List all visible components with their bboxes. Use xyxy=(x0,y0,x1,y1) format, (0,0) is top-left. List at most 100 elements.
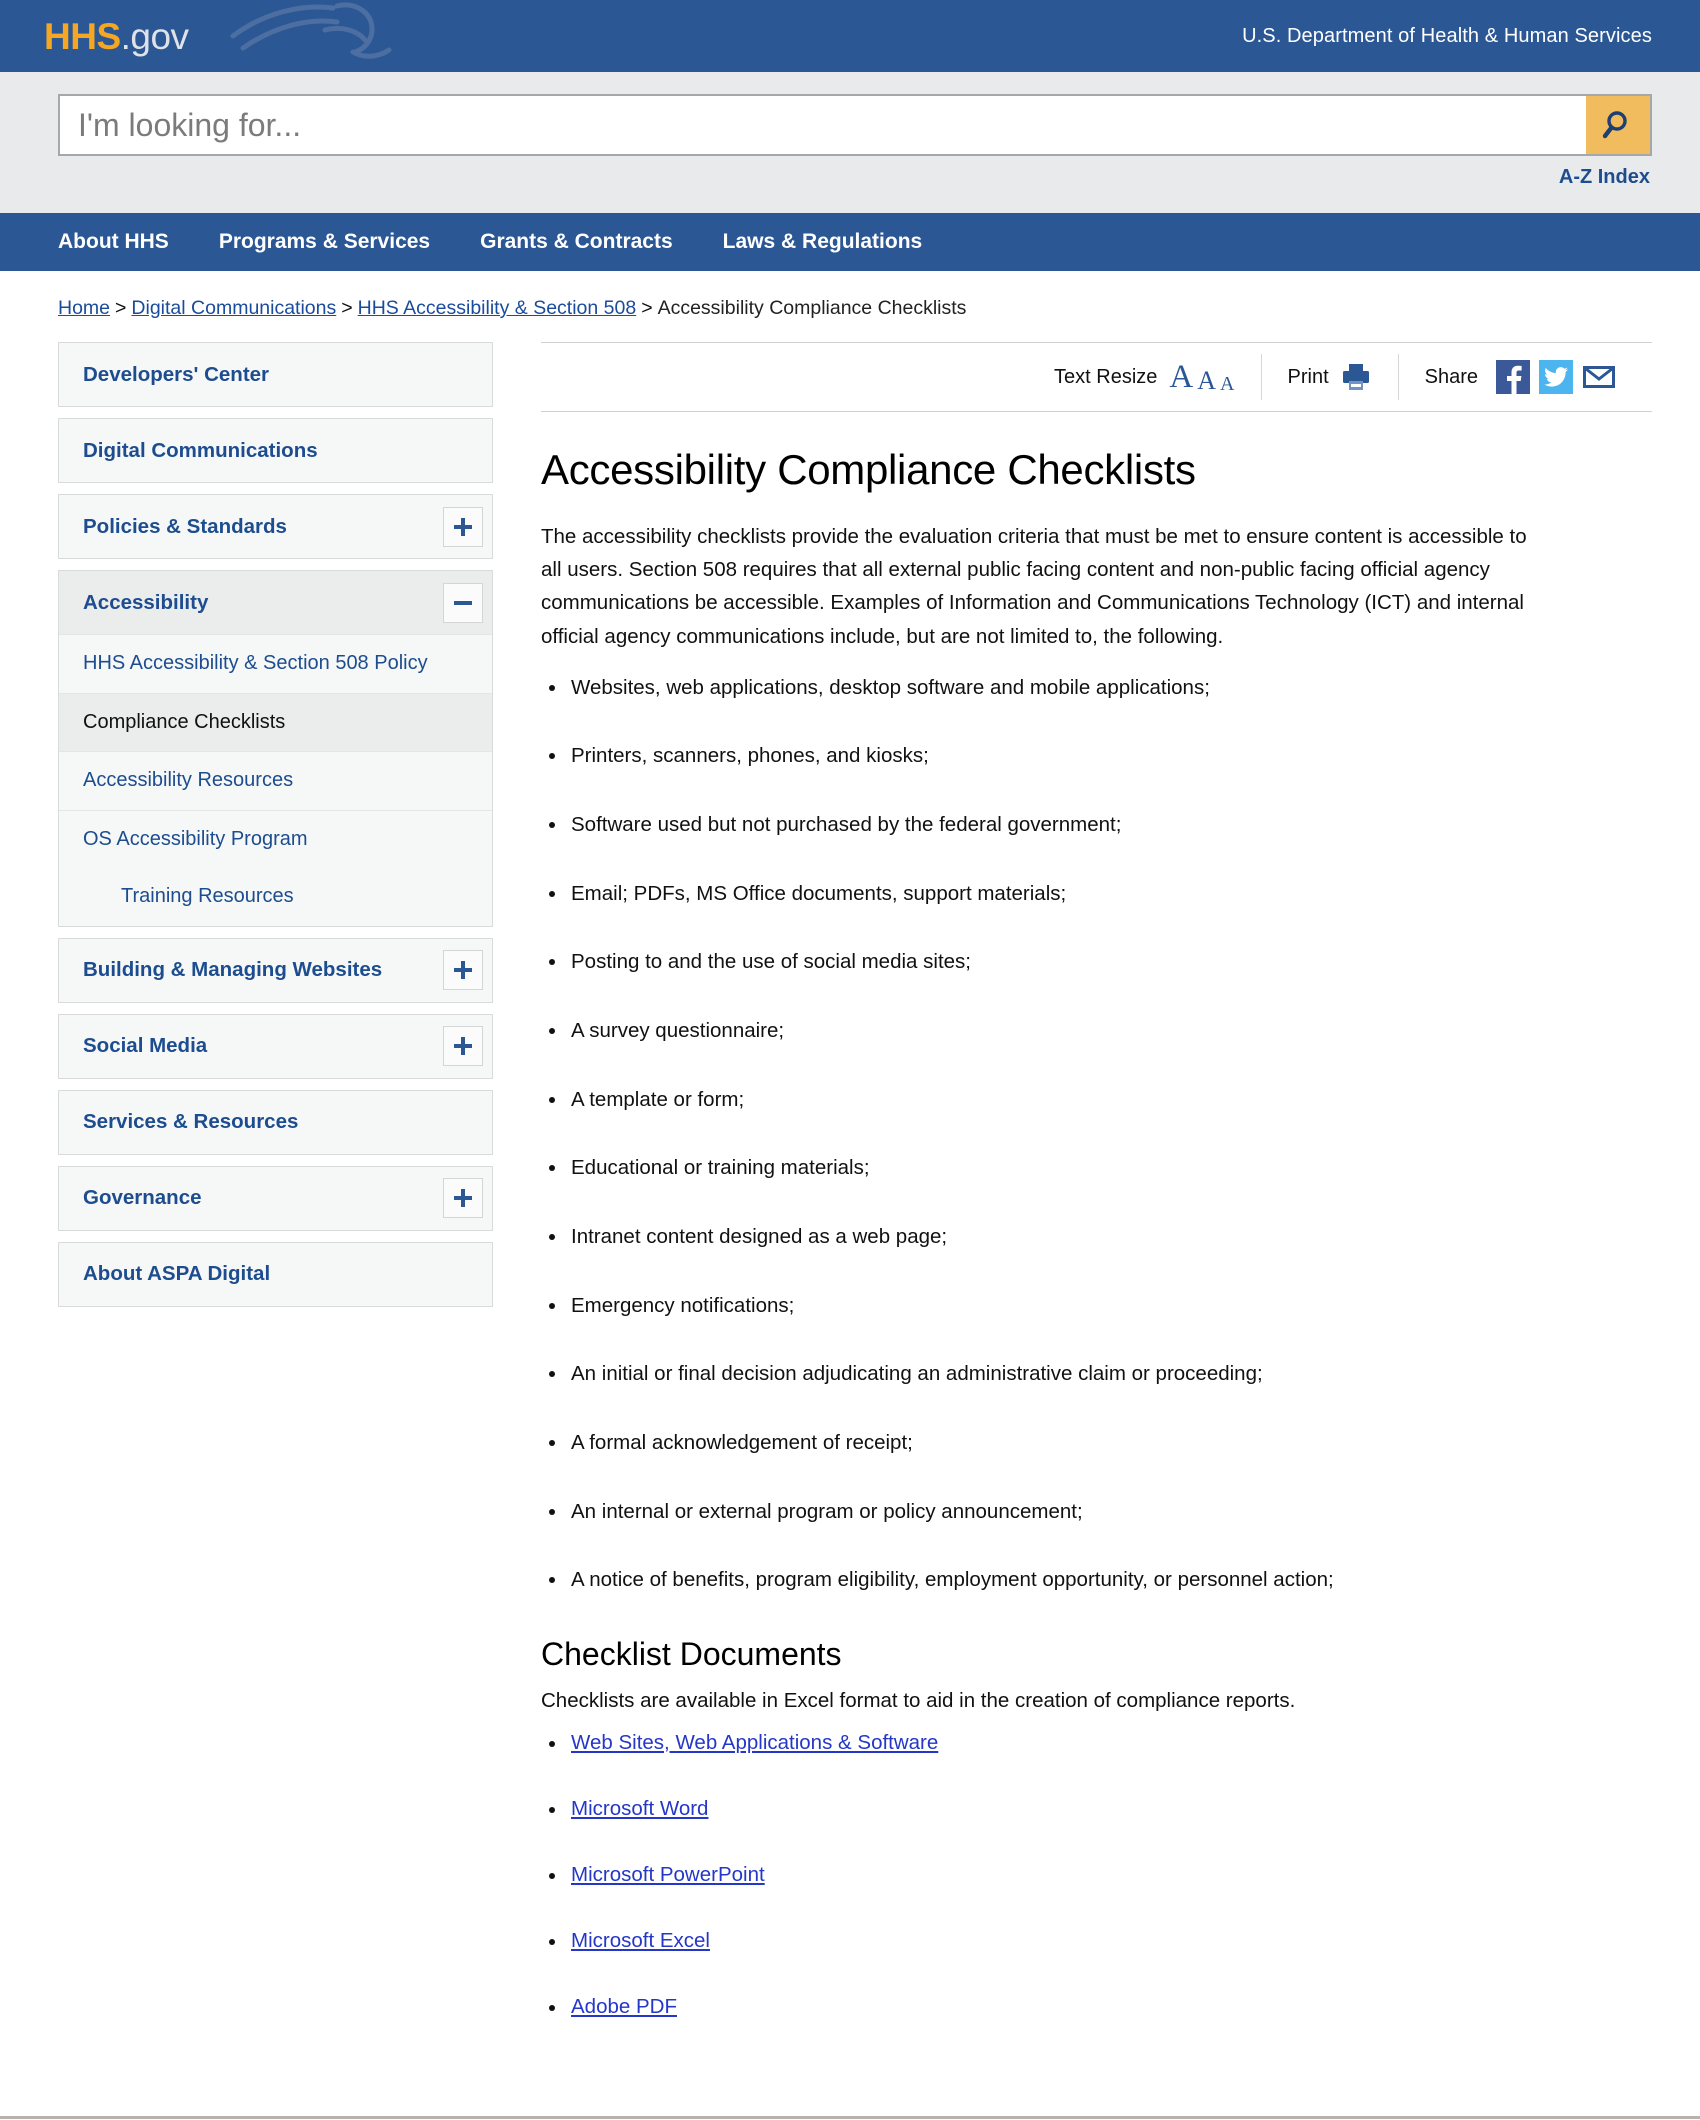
expand-plus-icon[interactable] xyxy=(443,1026,483,1067)
text-resize-small-button[interactable]: A xyxy=(1220,374,1234,394)
logo-gov-text: .gov xyxy=(120,15,189,57)
sidebar-label: Policies & Standards xyxy=(83,514,287,538)
sidebar-item-social-media[interactable]: Social Media xyxy=(58,1013,493,1079)
printer-icon[interactable] xyxy=(1340,362,1372,392)
doc-link-adobe-pdf[interactable]: Adobe PDF xyxy=(571,1995,677,2018)
doc-link-microsoft-excel[interactable]: Microsoft Excel xyxy=(571,1929,710,1952)
nav-item-about-hhs[interactable]: About HHS xyxy=(58,230,169,254)
search-button[interactable] xyxy=(1586,96,1650,154)
list-item: A survey questionnaire; xyxy=(541,1018,1652,1045)
expand-plus-icon[interactable] xyxy=(443,506,483,547)
az-index-row: A-Z Index xyxy=(58,156,1652,201)
checklist-documents-heading: Checklist Documents xyxy=(541,1635,842,1672)
sidebar-item-governance[interactable]: Governance xyxy=(58,1165,493,1231)
sidebar-label: Social Media xyxy=(83,1034,208,1058)
search-magnifier-icon xyxy=(1602,111,1627,139)
share-icons xyxy=(1496,360,1616,394)
checklist-documents-lead: Checklists are available in Excel format… xyxy=(541,1688,1296,1712)
text-resize-controls: A A A xyxy=(1169,360,1234,394)
sidebar-item-about-aspa-digital[interactable]: About ASPA Digital xyxy=(58,1241,493,1307)
breadcrumb-item-hhs-accessibility-section-508[interactable]: HHS Accessibility & Section 508 xyxy=(358,297,637,319)
sidebar-label: Governance xyxy=(83,1186,202,1210)
print-group[interactable]: Print xyxy=(1260,354,1398,400)
search-input[interactable] xyxy=(60,96,1586,154)
nav-item-laws-regulations[interactable]: Laws & Regulations xyxy=(723,230,923,254)
breadcrumb-item-current: Accessibility Compliance Checklists xyxy=(657,297,967,319)
list-item: An initial or final decision adjudicatin… xyxy=(541,1361,1652,1388)
list-item: Microsoft PowerPoint xyxy=(541,1863,1652,1887)
list-item: An internal or external program or polic… xyxy=(541,1499,1652,1526)
hhs-bird-watermark-icon xyxy=(230,2,392,59)
facebook-icon[interactable] xyxy=(1496,360,1530,394)
list-item: Printers, scanners, phones, and kiosks; xyxy=(541,743,1652,770)
sidebar-item-digital-communications[interactable]: Digital Communications xyxy=(58,418,493,483)
list-item: Emergency notifications; xyxy=(541,1293,1652,1320)
sidebar-subitem-hhs-accessibility-policy[interactable]: HHS Accessibility & Section 508 Policy xyxy=(59,635,492,694)
breadcrumb-item-home[interactable]: Home xyxy=(58,297,110,319)
text-resize-large-button[interactable]: A xyxy=(1169,360,1193,394)
main-navigation: About HHS Programs & Services Grants & C… xyxy=(0,213,1700,271)
expand-plus-icon[interactable] xyxy=(443,1178,483,1219)
sidebar-label: Developers' Center xyxy=(83,362,270,386)
list-item: A template or form; xyxy=(541,1087,1652,1114)
page-tools-toolbar: Text Resize A A A Print Share xyxy=(541,342,1652,412)
page-body: Developers' Center Digital Communication… xyxy=(0,320,1700,2061)
checklist-documents-list: Web Sites, Web Applications & Software M… xyxy=(541,1731,1652,2019)
list-item: Websites, web applications, desktop soft… xyxy=(541,675,1652,702)
sidebar-item-policies-standards[interactable]: Policies & Standards xyxy=(58,494,493,559)
nav-item-grants-contracts[interactable]: Grants & Contracts xyxy=(480,230,673,254)
share-group: Share xyxy=(1397,354,1642,400)
expand-plus-icon[interactable] xyxy=(443,950,483,991)
sidebar-subitem-compliance-checklists: Compliance Checklists xyxy=(59,693,492,753)
share-label: Share xyxy=(1424,365,1478,388)
text-resize-group: Text Resize A A A xyxy=(1028,354,1260,400)
breadcrumb-item-digital-communications[interactable]: Digital Communications xyxy=(131,297,336,319)
search-bar xyxy=(58,94,1652,156)
sidebar-item-developers-center[interactable]: Developers' Center xyxy=(58,342,493,407)
az-index-link[interactable]: A-Z Index xyxy=(1559,166,1650,188)
list-item: Web Sites, Web Applications & Software xyxy=(541,1731,1652,1755)
doc-link-microsoft-powerpoint[interactable]: Microsoft PowerPoint xyxy=(571,1863,765,1886)
sidebar-label: Services & Resources xyxy=(83,1110,299,1134)
page-bottom-divider xyxy=(0,2116,1700,2119)
logo-hhs-text: HHS xyxy=(44,15,121,57)
sidebar-label: Digital Communications xyxy=(83,438,318,462)
list-item: Software used but not purchased by the f… xyxy=(541,812,1652,839)
collapse-minus-icon[interactable] xyxy=(443,582,483,623)
sidebar-label: About ASPA Digital xyxy=(83,1262,271,1286)
sidebar-subnav: HHS Accessibility & Section 508 Policy C… xyxy=(59,634,492,926)
sidebar-subitem-os-accessibility-program[interactable]: OS Accessibility Program xyxy=(59,810,492,869)
nav-item-programs-services[interactable]: Programs & Services xyxy=(219,230,430,254)
main-content: Text Resize A A A Print Share Accessibil… xyxy=(541,342,1652,2061)
sidebar-item-accessibility[interactable]: Accessibility HHS Accessibility & Sectio… xyxy=(58,570,493,927)
list-item: A formal acknowledgement of receipt; xyxy=(541,1430,1652,1457)
text-resize-medium-button[interactable]: A xyxy=(1197,367,1216,394)
sidebar-item-services-resources[interactable]: Services & Resources xyxy=(58,1089,493,1155)
text-resize-label: Text Resize xyxy=(1054,365,1158,388)
search-strip: A-Z Index xyxy=(0,72,1700,213)
site-header: HHS.gov U.S. Department of Health & Huma… xyxy=(0,0,1700,72)
sidebar: Developers' Center Digital Communication… xyxy=(58,342,493,2061)
sidebar-subitem-training-resources[interactable]: Training Resources xyxy=(59,868,492,926)
print-label: Print xyxy=(1287,365,1329,388)
sidebar-item-building-managing-websites[interactable]: Building & Managing Websites xyxy=(58,937,493,1003)
list-item: A notice of benefits, program eligibilit… xyxy=(541,1567,1652,1594)
list-item: Posting to and the use of social media s… xyxy=(541,949,1652,976)
examples-list: Websites, web applications, desktop soft… xyxy=(541,675,1652,1594)
sidebar-label: Accessibility xyxy=(83,590,209,614)
doc-link-microsoft-word[interactable]: Microsoft Word xyxy=(571,1797,708,1820)
list-item: Email; PDFs, MS Office documents, suppor… xyxy=(541,881,1652,908)
breadcrumb-separator: > xyxy=(115,297,127,319)
list-item: Microsoft Word xyxy=(541,1797,1652,1821)
list-item: Educational or training materials; xyxy=(541,1155,1652,1182)
intro-paragraph: The accessibility checklists provide the… xyxy=(541,525,1527,648)
email-envelope-icon[interactable] xyxy=(1582,360,1616,394)
page-title: Accessibility Compliance Checklists xyxy=(541,446,1196,493)
doc-link-web-sites-applications-software[interactable]: Web Sites, Web Applications & Software xyxy=(571,1731,938,1754)
sidebar-subitem-accessibility-resources[interactable]: Accessibility Resources xyxy=(59,752,492,811)
list-item: Microsoft Excel xyxy=(541,1929,1652,1953)
breadcrumb: Home > Digital Communications > HHS Accessib… xyxy=(0,271,1700,320)
twitter-icon[interactable] xyxy=(1539,360,1573,394)
list-item: Adobe PDF xyxy=(541,1995,1652,2019)
hhs-logo[interactable]: HHS.gov xyxy=(44,18,189,55)
